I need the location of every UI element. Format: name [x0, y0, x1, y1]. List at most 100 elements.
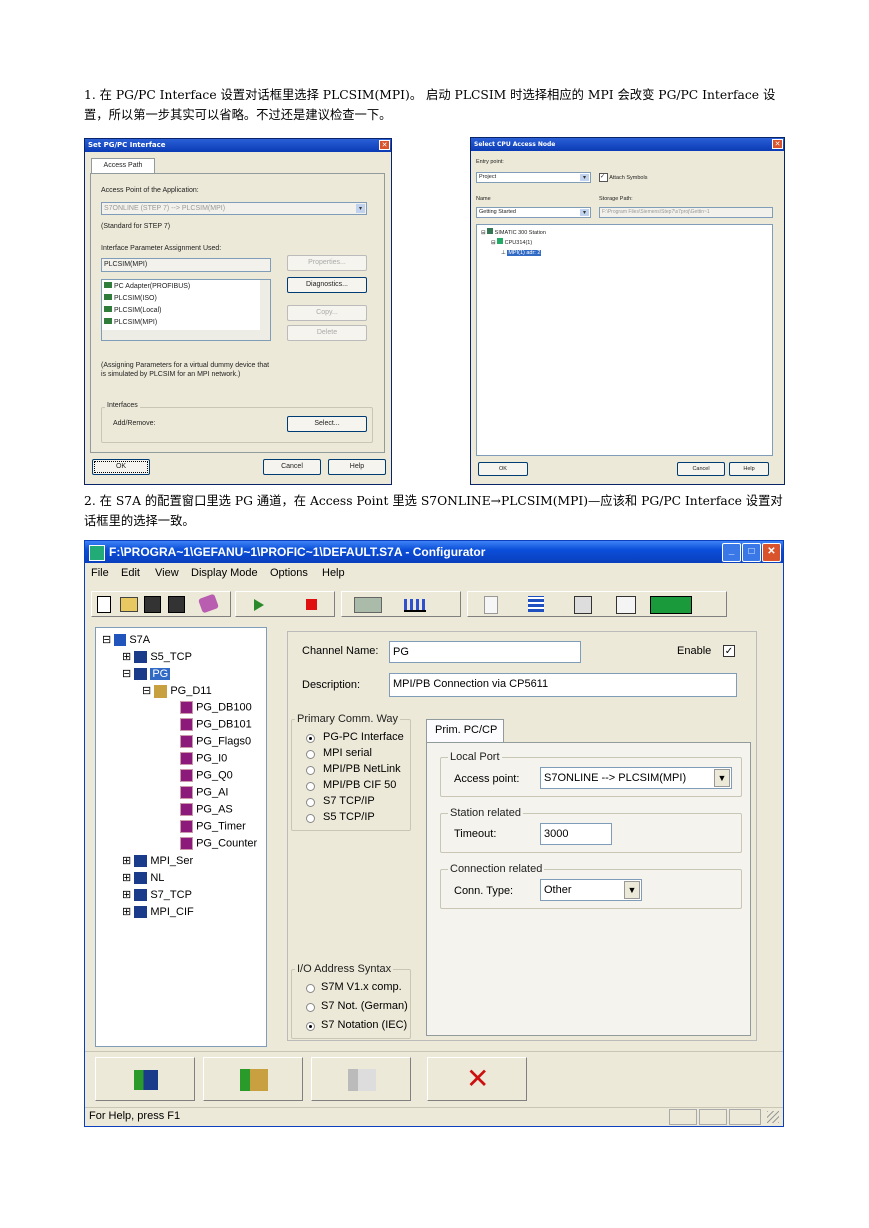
tree-node-mpi-cif[interactable]: ⊞ MPI_CIF: [122, 905, 194, 919]
tree-leaf[interactable]: PG_AI: [180, 786, 228, 799]
tree-node-pgd11[interactable]: ⊟ PG_D11: [142, 684, 212, 698]
radio-mpi-serial[interactable]: [306, 750, 315, 759]
close-icon[interactable]: ✕: [379, 140, 390, 150]
select-button[interactable]: Select...: [287, 416, 367, 432]
menu-help[interactable]: Help: [322, 567, 345, 579]
add-channel-button[interactable]: [95, 1057, 195, 1101]
minimize-icon[interactable]: _: [722, 543, 741, 562]
network-icon[interactable]: [528, 596, 544, 612]
properties-button[interactable]: Properties...: [287, 255, 367, 271]
settings-icon[interactable]: [354, 597, 382, 613]
stop-icon[interactable]: [306, 599, 317, 610]
save-as-icon[interactable]: [168, 596, 185, 613]
description-field[interactable]: MPI/PB Connection via CP5611: [389, 673, 737, 697]
tree-node-pg[interactable]: ⊟ PG: [122, 667, 171, 681]
radio-mpi-pb-netlink[interactable]: [306, 766, 315, 775]
eraser-icon[interactable]: [197, 593, 220, 614]
menu-view[interactable]: View: [155, 567, 179, 579]
close-icon[interactable]: ✕: [762, 543, 781, 562]
play-icon[interactable]: [254, 599, 264, 611]
list-item[interactable]: PC Adapter(PROFIBUS): [104, 281, 190, 293]
list-item[interactable]: PLCSIM(ISO): [104, 293, 157, 305]
signal-icon[interactable]: [650, 596, 692, 614]
resize-grip-icon[interactable]: [767, 1111, 779, 1123]
station-tree[interactable]: ⊟ SIMATIC 300 Station ⊟ CPU314(1) ⊥ MPI(…: [476, 224, 773, 456]
tree-leaf[interactable]: PG_AS: [180, 803, 233, 816]
radio-pg-pc-interface[interactable]: [306, 734, 315, 743]
save-icon[interactable]: [144, 596, 161, 613]
access-point-label: Access point:: [454, 773, 520, 785]
radio-s7-tcpip[interactable]: [306, 798, 315, 807]
list-item[interactable]: PLCSIM(MPI): [104, 317, 157, 329]
tree-leaf[interactable]: PG_Flags0: [180, 735, 251, 748]
open-icon[interactable]: [120, 597, 138, 612]
tree-node-nl[interactable]: ⊞ NL: [122, 871, 164, 885]
help-button[interactable]: Help: [328, 459, 386, 475]
name-select[interactable]: Getting Started ▾: [476, 207, 591, 218]
properties-icon[interactable]: [574, 596, 592, 614]
tree-leaf[interactable]: PG_DB101: [180, 718, 252, 731]
radio-mpi-pb-cif50[interactable]: [306, 782, 315, 791]
vertical-scrollbar[interactable]: [260, 280, 270, 330]
list-item[interactable]: PLCSIM(Local): [104, 305, 161, 317]
tree-leaf[interactable]: PG_Counter: [180, 837, 257, 850]
tree-label: PG_I0: [196, 752, 228, 765]
tree-label: MPI_Ser: [150, 855, 194, 867]
entry-point-select[interactable]: Project ▾: [476, 172, 591, 183]
menu-display-mode[interactable]: Display Mode: [191, 567, 258, 579]
diagnostics-icon[interactable]: [616, 596, 636, 614]
interface-list[interactable]: PC Adapter(PROFIBUS) PLCSIM(ISO) PLCSIM(…: [101, 279, 271, 341]
tree-node-mpi-ser[interactable]: ⊞ MPI_Ser: [122, 854, 194, 868]
import-icon[interactable]: [484, 596, 498, 614]
tree-node-s5tcp[interactable]: ⊞ S5_TCP: [122, 650, 192, 664]
radio-s5-tcpip[interactable]: [306, 814, 315, 823]
radio-s7-german[interactable]: [306, 1003, 315, 1012]
diagnostics-button[interactable]: Diagnostics...: [287, 277, 367, 293]
menu-options[interactable]: Options: [270, 567, 308, 579]
tree-node-mpi[interactable]: ⊥ MPI(1) adr: 2: [501, 247, 542, 259]
cancel-button[interactable]: Cancel: [263, 459, 321, 475]
add-remove-label: Add/Remove:: [113, 420, 156, 427]
help-button[interactable]: Help: [729, 462, 769, 476]
chevron-down-icon: ▾: [580, 209, 589, 216]
tree-leaf[interactable]: PG_Q0: [180, 769, 233, 782]
cancel-button[interactable]: Cancel: [677, 462, 725, 476]
menu-file[interactable]: File: [91, 567, 109, 579]
add-device-button[interactable]: [203, 1057, 303, 1101]
new-icon[interactable]: [97, 596, 111, 613]
channel-tree[interactable]: ⊟ S7A ⊞ S5_TCP ⊟ PG ⊟ PG_D11 PG_DB100 PG…: [95, 627, 267, 1047]
tree-leaf[interactable]: PG_DB100: [180, 701, 252, 714]
timeout-label: Timeout:: [454, 828, 497, 840]
close-icon[interactable]: ✕: [772, 139, 783, 149]
param-field[interactable]: PLCSIM(MPI): [101, 258, 271, 272]
tree-label: MPI_CIF: [150, 906, 194, 918]
menu-edit[interactable]: Edit: [121, 567, 140, 579]
add-data-block-button[interactable]: [311, 1057, 411, 1101]
tree-node-root[interactable]: ⊟ S7A: [102, 633, 150, 647]
access-point-select[interactable]: S7ONLINE --> PLCSIM(MPI) ▼: [540, 767, 732, 789]
radio-label: S7 Not. (German): [321, 1000, 408, 1012]
bar-chart-icon[interactable]: [404, 599, 426, 612]
tree-node-s7tcp[interactable]: ⊞ S7_TCP: [122, 888, 192, 902]
delete-button[interactable]: ✕: [427, 1057, 527, 1101]
tab-access-path[interactable]: Access Path: [91, 158, 155, 173]
tree-leaf[interactable]: PG_I0: [180, 752, 227, 765]
conn-type-select[interactable]: Other ▼: [540, 879, 642, 901]
channel-name-field[interactable]: PG: [389, 641, 581, 663]
radio-s7m-v1[interactable]: [306, 984, 315, 993]
delete-button[interactable]: Delete: [287, 325, 367, 341]
timeout-field[interactable]: 3000: [540, 823, 612, 845]
tree-leaf[interactable]: PG_Timer: [180, 820, 246, 833]
ok-button[interactable]: OK: [478, 462, 528, 476]
ok-button[interactable]: OK: [92, 459, 150, 475]
attach-symbols-checkbox[interactable]: ✓ Attach Symbols: [599, 173, 647, 182]
horizontal-scrollbar[interactable]: [102, 330, 270, 340]
radio-s7-iec[interactable]: [306, 1022, 315, 1031]
name-label: Name: [476, 196, 491, 202]
copy-button[interactable]: Copy...: [287, 305, 367, 321]
configurator-window: F:\PROGRA~1\GEFANU~1\PROFIC~1\DEFAULT.S7…: [84, 540, 784, 1127]
enable-checkbox[interactable]: ✓: [723, 645, 735, 657]
access-point-select[interactable]: S7ONLINE (STEP 7) --> PLCSIM(MPI) ▾: [101, 202, 367, 215]
chevron-down-icon: ▼: [714, 769, 730, 787]
maximize-icon[interactable]: □: [742, 543, 761, 562]
